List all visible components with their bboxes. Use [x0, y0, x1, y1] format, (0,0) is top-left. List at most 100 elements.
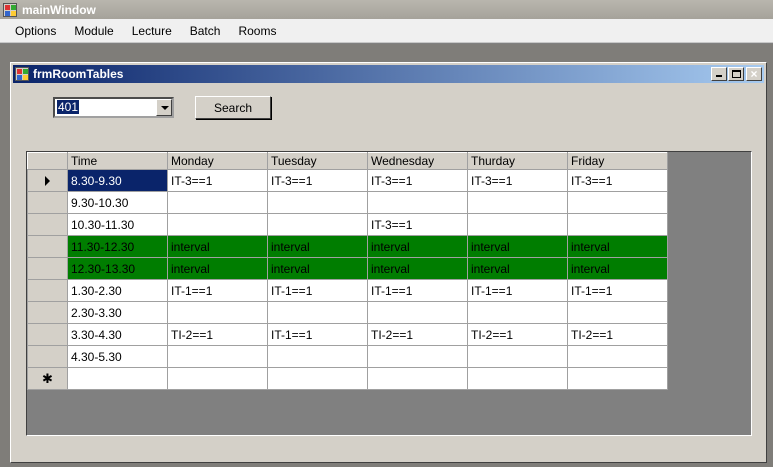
grid-cell[interactable]: [167, 191, 268, 214]
grid-cell[interactable]: IT-3==1: [267, 169, 368, 192]
grid-cell[interactable]: [467, 301, 568, 324]
grid-cell[interactable]: [167, 301, 268, 324]
grid-cell[interactable]: IT-3==1: [367, 213, 468, 236]
grid-cell[interactable]: interval: [367, 235, 468, 258]
grid-cell[interactable]: [167, 367, 268, 390]
grid-cell[interactable]: TI-2==1: [567, 323, 668, 346]
column-header-tuesday[interactable]: Tuesday: [267, 152, 368, 170]
grid-cell[interactable]: [167, 213, 268, 236]
grid-cell[interactable]: [367, 345, 468, 368]
table-row: 4.30-5.30: [27, 345, 668, 368]
grid-cell[interactable]: [567, 367, 668, 390]
grid-cell[interactable]: [267, 345, 368, 368]
maximize-button[interactable]: [728, 67, 744, 81]
grid-cell-time[interactable]: 4.30-5.30: [67, 345, 168, 368]
grid-corner-header[interactable]: [27, 152, 68, 170]
dropdown-arrow-icon[interactable]: [156, 99, 172, 116]
column-header-friday[interactable]: Friday: [567, 152, 668, 170]
grid-cell[interactable]: interval: [467, 257, 568, 280]
grid-cell[interactable]: [467, 213, 568, 236]
grid-cell-time[interactable]: 9.30-10.30: [67, 191, 168, 214]
grid-cell-time[interactable]: 1.30-2.30: [67, 279, 168, 302]
room-select[interactable]: 401: [53, 97, 174, 118]
row-header[interactable]: ✱: [27, 367, 68, 390]
grid-cell[interactable]: interval: [267, 257, 368, 280]
grid-cell-time[interactable]: 12.30-13.30: [67, 257, 168, 280]
column-header-monday[interactable]: Monday: [167, 152, 268, 170]
grid-cell[interactable]: [467, 191, 568, 214]
room-select-value[interactable]: 401: [55, 99, 156, 116]
menu-lecture[interactable]: Lecture: [123, 19, 181, 43]
row-header[interactable]: [27, 169, 68, 192]
grid-cell[interactable]: IT-1==1: [567, 279, 668, 302]
row-header[interactable]: [27, 235, 68, 258]
grid-cell[interactable]: [467, 345, 568, 368]
column-header-thursday[interactable]: Thurday: [467, 152, 568, 170]
row-header[interactable]: [27, 345, 68, 368]
grid-cell[interactable]: interval: [167, 235, 268, 258]
grid-cell[interactable]: [367, 301, 468, 324]
grid-cell[interactable]: TI-2==1: [367, 323, 468, 346]
grid-cell[interactable]: [267, 367, 368, 390]
grid-cell[interactable]: [567, 345, 668, 368]
grid-cell[interactable]: [567, 301, 668, 324]
menu-module[interactable]: Module: [65, 19, 122, 43]
grid-cell[interactable]: IT-3==1: [567, 169, 668, 192]
grid-cell[interactable]: IT-1==1: [367, 279, 468, 302]
grid-cell[interactable]: [367, 191, 468, 214]
grid-cell[interactable]: IT-1==1: [167, 279, 268, 302]
grid-cell[interactable]: IT-1==1: [467, 279, 568, 302]
row-header[interactable]: [27, 301, 68, 324]
main-window-title-bar: mainWindow: [0, 0, 773, 19]
grid-cell[interactable]: [567, 191, 668, 214]
new-row-asterisk-icon: ✱: [42, 370, 53, 386]
grid-cell[interactable]: [567, 213, 668, 236]
child-title-bar[interactable]: frmRoomTables ×: [13, 65, 764, 83]
child-form-title: frmRoomTables: [33, 67, 124, 81]
menu-rooms[interactable]: Rooms: [229, 19, 285, 43]
grid-cell[interactable]: interval: [267, 235, 368, 258]
grid-cell[interactable]: interval: [467, 235, 568, 258]
grid-cell[interactable]: [167, 345, 268, 368]
grid-cell[interactable]: IT-1==1: [267, 279, 368, 302]
grid-cell-time[interactable]: 11.30-12.30: [67, 235, 168, 258]
form-icon: [15, 67, 29, 81]
grid-cell[interactable]: interval: [167, 257, 268, 280]
column-header-wednesday[interactable]: Wednesday: [367, 152, 468, 170]
grid-cell[interactable]: [267, 301, 368, 324]
grid-cell-time[interactable]: [67, 367, 168, 390]
row-header[interactable]: [27, 191, 68, 214]
row-header[interactable]: [27, 213, 68, 236]
close-button[interactable]: ×: [746, 67, 762, 81]
maximize-icon: [732, 70, 741, 78]
search-button[interactable]: Search: [195, 96, 271, 119]
grid-cell[interactable]: IT-1==1: [267, 323, 368, 346]
grid-cell[interactable]: [267, 213, 368, 236]
row-header[interactable]: [27, 279, 68, 302]
grid-cell[interactable]: interval: [567, 257, 668, 280]
current-row-arrow-icon: [45, 176, 50, 187]
minimize-button[interactable]: [711, 67, 727, 81]
grid-cell[interactable]: [467, 367, 568, 390]
row-header[interactable]: [27, 323, 68, 346]
grid-cell[interactable]: TI-2==1: [167, 323, 268, 346]
menu-batch[interactable]: Batch: [181, 19, 230, 43]
grid-cell[interactable]: [267, 191, 368, 214]
grid-cell-time[interactable]: 3.30-4.30: [67, 323, 168, 346]
grid-cell[interactable]: interval: [367, 257, 468, 280]
grid-cell-time[interactable]: 10.30-11.30: [67, 213, 168, 236]
grid-cell[interactable]: interval: [567, 235, 668, 258]
grid-cell[interactable]: IT-3==1: [167, 169, 268, 192]
column-header-time[interactable]: Time: [67, 152, 168, 170]
menu-options[interactable]: Options: [6, 19, 65, 43]
grid-header-row: Time Monday Tuesday Wednesday Thurday Fr…: [27, 152, 668, 170]
grid-cell-time[interactable]: 8.30-9.30: [67, 169, 168, 192]
grid-cell[interactable]: [367, 367, 468, 390]
row-header[interactable]: [27, 257, 68, 280]
table-row: 9.30-10.30: [27, 191, 668, 214]
app-icon: [3, 2, 17, 17]
grid-cell[interactable]: TI-2==1: [467, 323, 568, 346]
grid-cell[interactable]: IT-3==1: [467, 169, 568, 192]
grid-cell-time[interactable]: 2.30-3.30: [67, 301, 168, 324]
grid-cell[interactable]: IT-3==1: [367, 169, 468, 192]
